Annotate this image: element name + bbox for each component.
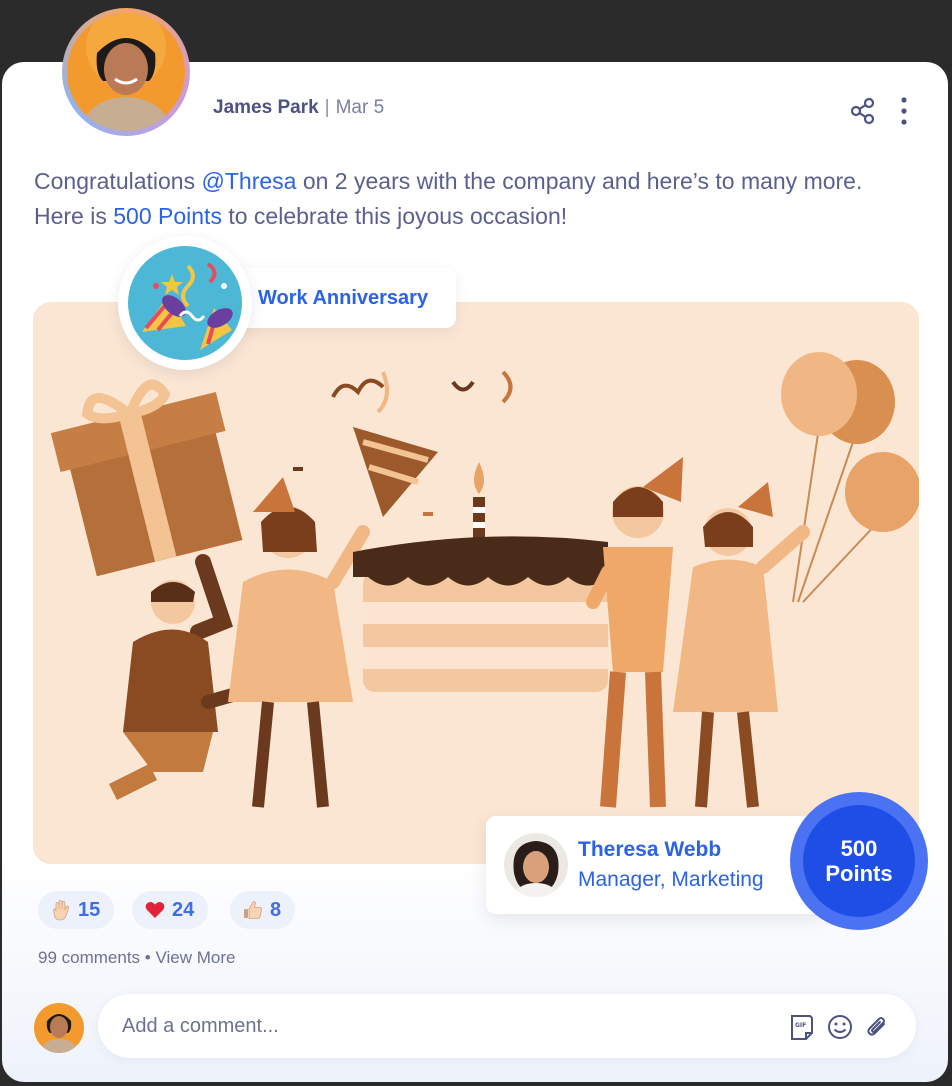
post-date: Mar 5 (335, 97, 385, 118)
more-options-icon[interactable] (894, 96, 914, 126)
reaction-count: 15 (78, 898, 101, 921)
attachment-icon[interactable] (864, 1013, 892, 1041)
message-text: Congratulations (34, 168, 202, 194)
reaction-count: 24 (172, 898, 195, 921)
heart-icon (144, 899, 166, 921)
comment-input[interactable] (122, 1008, 762, 1044)
party-popper-icon (118, 236, 252, 370)
comments-bullet: • (144, 948, 151, 967)
reaction-count: 8 (270, 898, 282, 921)
celebration-illustration (33, 302, 919, 864)
thumbs-up-icon (242, 899, 264, 921)
points-badge: 500 Points (790, 792, 928, 930)
points-value: 500 (840, 836, 878, 861)
reaction-heart[interactable]: 24 (132, 891, 209, 929)
author-name[interactable]: James Park (213, 97, 319, 118)
recipient-name: Theresa Webb (578, 838, 722, 861)
svg-text:GIF: GIF (795, 1022, 806, 1029)
badge-label: Work Anniversary (236, 268, 456, 328)
comments-summary: 99 comments • View More (38, 948, 235, 968)
message-text: to celebrate this joyous occasion! (221, 203, 568, 229)
author-photo (67, 13, 185, 131)
mention-link[interactable]: @Thresa (202, 168, 297, 194)
recipient-avatar (504, 833, 568, 897)
points-highlight: 500 Points (113, 203, 222, 229)
meta-separator: | (324, 97, 330, 118)
post-message: Congratulations @Thresa on 2 years with … (34, 164, 914, 234)
current-user-avatar (34, 1003, 84, 1053)
points-label: Points (825, 861, 893, 886)
post-meta: James Park | Mar 5 (213, 97, 384, 119)
comment-composer: GIF (98, 994, 916, 1058)
reaction-raised-hand[interactable]: 15 (38, 891, 115, 929)
raised-hand-icon (50, 899, 72, 921)
recipient-role: Manager, Marketing (578, 868, 764, 891)
author-avatar[interactable] (62, 8, 190, 136)
gif-icon[interactable]: GIF (788, 1013, 816, 1041)
share-icon[interactable] (848, 96, 878, 126)
reaction-thumbs-up[interactable]: 8 (230, 891, 296, 929)
comments-count[interactable]: 99 comments (38, 948, 140, 967)
view-more-link[interactable]: View More (155, 948, 235, 967)
emoji-icon[interactable] (826, 1013, 854, 1041)
recipient-card[interactable]: Theresa Webb Manager, Marketing (486, 816, 826, 914)
